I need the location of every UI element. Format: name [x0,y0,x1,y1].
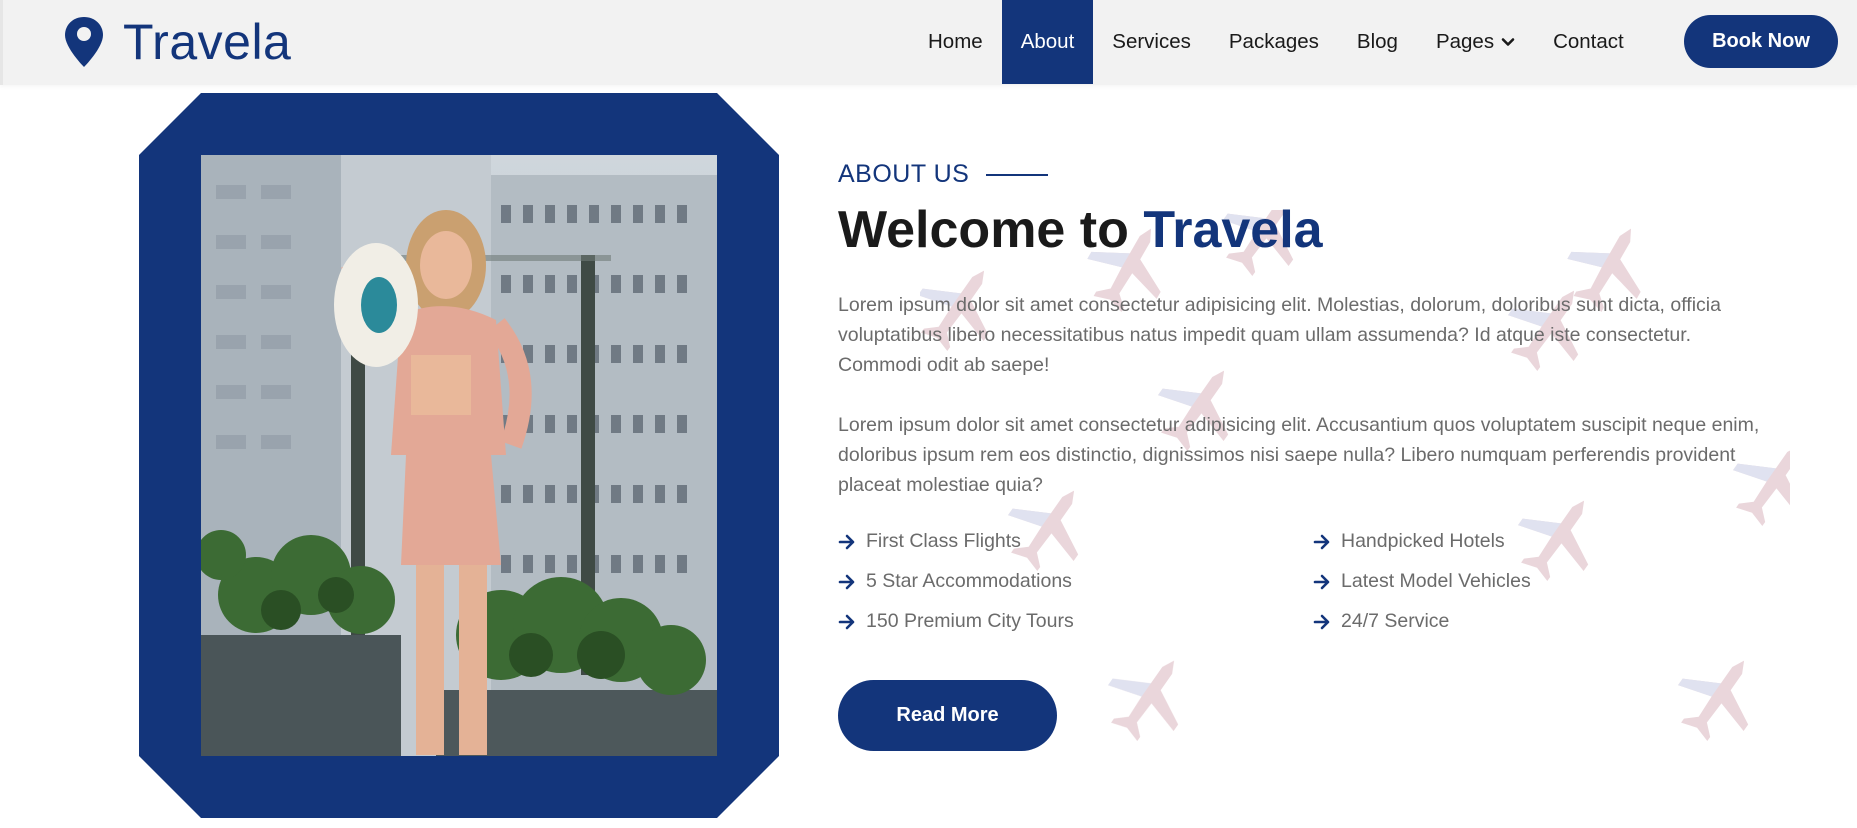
nav-item-packages[interactable]: Packages [1210,0,1338,84]
title-prefix: Welcome to [838,201,1144,259]
frame-corner [717,93,779,155]
feature-item: 150 Premium City Tours [838,610,1074,633]
airplane-icon [1661,637,1777,750]
section-eyebrow: ABOUT US [838,160,1049,189]
nav-item-pages-label: Pages [1435,30,1495,53]
arrow-right-icon [1313,574,1330,589]
feature-item: 5 Star Accommodations [838,570,1072,593]
eyebrow-label: ABOUT US [838,160,970,188]
brand-logo[interactable]: Travela [63,12,291,72]
nav-item-about[interactable]: About [1001,0,1094,84]
arrow-right-icon [838,614,855,629]
feature-label: Latest Model Vehicles [1341,570,1531,592]
arrow-right-icon [838,534,855,549]
read-more-button[interactable]: Read More [838,680,1057,751]
arrow-right-icon [1313,614,1330,629]
section-title: Welcome to Travela [838,200,1323,260]
feature-label: 5 Star Accommodations [866,570,1072,592]
map-pin-icon [65,17,103,67]
book-now-button[interactable]: Book Now [1684,15,1838,68]
arrow-right-icon [1313,534,1330,549]
about-paragraph-2: Lorem ipsum dolor sit amet consectetur a… [838,414,1760,496]
nav-item-services[interactable]: Services [1093,0,1210,84]
about-photo [201,155,717,756]
feature-item: First Class Flights [838,530,1021,553]
feature-item: 24/7 Service [1313,610,1449,633]
arrow-right-icon [838,574,855,589]
feature-label: First Class Flights [866,530,1021,552]
eyebrow-divider [986,173,1049,176]
nav-item-home[interactable]: Home [909,0,1002,84]
main-nav: Home About Services Packages Blog Pages … [909,0,1643,84]
woman-with-hat-photo [201,155,717,756]
feature-item: Handpicked Hotels [1313,530,1505,553]
frame-corner [139,756,201,818]
nav-item-blog[interactable]: Blog [1338,0,1417,84]
frame-corner [717,756,779,818]
feature-item: Latest Model Vehicles [1313,570,1531,593]
feature-label: 150 Premium City Tours [866,610,1074,632]
about-image-frame [139,93,779,818]
nav-item-pages[interactable]: Pages [1417,0,1534,84]
title-highlight: Travela [1143,201,1323,259]
brand-name: Travela [123,14,292,70]
chevron-down-icon [1501,38,1515,46]
airplane-icon [1091,637,1207,750]
about-paragraph-1: Lorem ipsum dolor sit amet consectetur a… [838,294,1721,376]
nav-item-contact[interactable]: Contact [1534,0,1643,84]
feature-label: Handpicked Hotels [1341,530,1505,552]
navbar: Travela Home About Services Packages Blo… [0,0,1857,85]
feature-label: 24/7 Service [1341,610,1450,632]
frame-corner [139,93,201,155]
